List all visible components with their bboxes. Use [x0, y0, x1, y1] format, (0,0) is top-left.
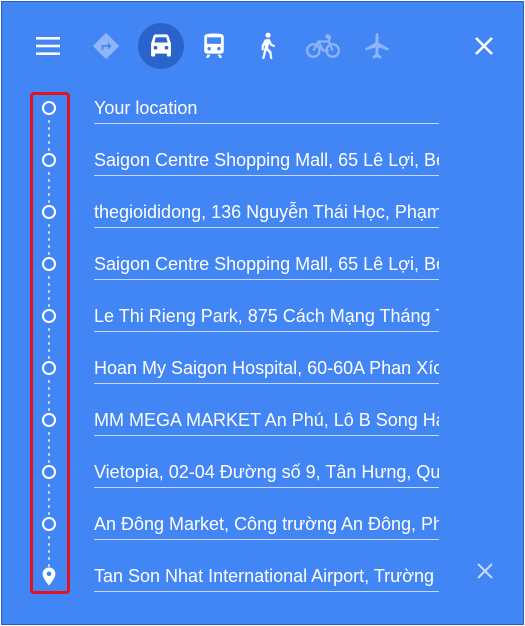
origin-circle-icon [42, 101, 56, 115]
list-item: Saigon Centre Shopping Mall, 65 Lê Lợi, … [2, 249, 523, 310]
list-item: Le Thi Rieng Park, 875 Cách Mạng Tháng T… [2, 301, 523, 362]
stop-list: Your location Saigon Centre Shopping Mal… [2, 2, 523, 624]
waypoint-input[interactable]: Le Thi Rieng Park, 875 Cách Mạng Tháng T… [94, 301, 439, 332]
waypoint-circle-icon [42, 361, 56, 375]
list-item: MM MEGA MARKET An Phú, Lô B Song Hành [2, 405, 523, 466]
waypoint-input[interactable]: Saigon Centre Shopping Mall, 65 Lê Lợi, … [94, 145, 439, 176]
close-icon [477, 563, 493, 579]
waypoint-circle-icon [42, 517, 56, 531]
waypoint-input[interactable]: Hoan My Saigon Hospital, 60-60A Phan Xíc… [94, 353, 439, 384]
waypoint-circle-icon [42, 153, 56, 167]
list-item: Your location [2, 93, 523, 154]
waypoint-input[interactable]: An Đông Market, Công trường An Đông, Phư… [94, 509, 439, 540]
list-item: Vietopia, 02-04 Đường số 9, Tân Hưng, Qu… [2, 457, 523, 518]
list-item: Saigon Centre Shopping Mall, 65 Lê Lợi, … [2, 145, 523, 206]
waypoint-circle-icon [42, 309, 56, 323]
waypoint-circle-icon [42, 465, 56, 479]
destination-pin-icon [42, 567, 56, 586]
list-item: An Đông Market, Công trường An Đông, Phư… [2, 509, 523, 570]
waypoint-input[interactable]: MM MEGA MARKET An Phú, Lô B Song Hành [94, 405, 439, 436]
waypoint-circle-icon [42, 257, 56, 271]
list-item: Tan Son Nhat International Airport, Trườ… [2, 561, 523, 613]
waypoint-circle-icon [42, 413, 56, 427]
waypoint-input[interactable]: Vietopia, 02-04 Đường số 9, Tân Hưng, Qu… [94, 457, 439, 488]
waypoint-input[interactable]: Saigon Centre Shopping Mall, 65 Lê Lợi, … [94, 249, 439, 280]
waypoint-input[interactable]: thegioididong, 136 Nguyễn Thái Học, Phạm… [94, 197, 439, 228]
destination-input[interactable]: Tan Son Nhat International Airport, Trườ… [94, 561, 439, 592]
directions-panel: Your location Saigon Centre Shopping Mal… [1, 1, 524, 625]
waypoint-circle-icon [42, 205, 56, 219]
remove-destination-button[interactable] [463, 549, 507, 593]
list-item: Hoan My Saigon Hospital, 60-60A Phan Xíc… [2, 353, 523, 414]
list-item: thegioididong, 136 Nguyễn Thái Học, Phạm… [2, 197, 523, 258]
origin-input[interactable]: Your location [94, 93, 439, 124]
